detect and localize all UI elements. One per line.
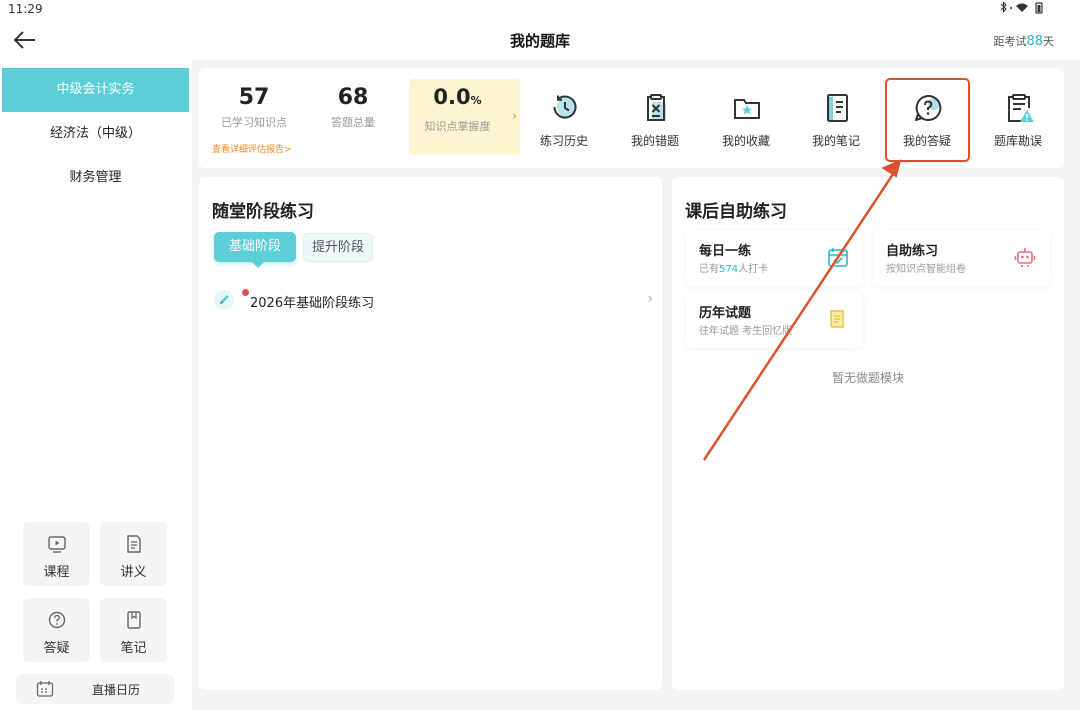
pencil-icon xyxy=(214,290,234,310)
favorites-icon xyxy=(734,99,760,119)
favorites-label: 我的收藏 xyxy=(721,134,770,148)
video-icon xyxy=(48,536,66,553)
notebook-icon xyxy=(127,611,141,629)
self-practice-card[interactable]: 自助练习 按知识点智能组卷 xyxy=(873,230,1050,286)
course-label: 课程 xyxy=(43,565,70,580)
empty-state-text: 暂无做题模块 xyxy=(831,371,904,385)
total-answers-label: 答题总量 xyxy=(331,116,375,129)
sidebar-item-intermediate-accounting[interactable]: 中级会计实务 xyxy=(2,68,189,112)
mastery-label: 知识点掌握度 xyxy=(424,120,491,133)
my-notes-button[interactable]: 我的笔记 xyxy=(796,78,876,160)
exam-countdown: 距考试88天 xyxy=(993,33,1054,49)
learned-points-value: 57 xyxy=(238,85,270,110)
wrong-questions-icon xyxy=(647,94,666,121)
countdown-suffix: 天 xyxy=(1043,35,1054,48)
learned-points-stat: 57 已学习知识点 xyxy=(199,85,309,130)
report-link[interactable]: 查看详细评估报告> xyxy=(212,142,292,155)
daily-practice-title: 每日一练 xyxy=(699,244,752,259)
system-icons xyxy=(998,1,1050,17)
past-exams-sub: 往年试题 考生回忆版 xyxy=(699,326,793,337)
qa-button[interactable]: 答疑 xyxy=(23,598,90,662)
top-bar: 我的题库 距考试88天 xyxy=(0,20,1080,60)
countdown-days: 88 xyxy=(1026,34,1043,49)
qa-label: 答疑 xyxy=(43,641,70,656)
chevron-right-icon: › xyxy=(647,291,653,307)
robot-icon xyxy=(1014,248,1036,267)
errata-icon xyxy=(1008,94,1034,122)
past-exams-card[interactable]: 历年试题 往年试题 考生回忆版 xyxy=(686,292,863,348)
notes-button[interactable]: 笔记 xyxy=(100,598,167,662)
errata-button[interactable]: 题库勘误 xyxy=(978,78,1058,160)
wrong-questions-button[interactable]: 我的错题 xyxy=(615,78,695,160)
stats-card: 57 已学习知识点 68 答题总量 查看详细评估报告> 0.0% 知识点掌握度 … xyxy=(199,68,1064,168)
daily-practice-card[interactable]: 每日一练 已有574人打卡 xyxy=(686,230,863,286)
wrong-questions-label: 我的错题 xyxy=(630,134,679,148)
tab-advanced-stage[interactable]: 提升阶段 xyxy=(303,233,373,262)
mastery-card[interactable]: 0.0% 知识点掌握度 › xyxy=(409,79,520,155)
my-qa-label: 我的答疑 xyxy=(902,134,951,148)
stage-practice-title: 随堂阶段练习 xyxy=(212,202,314,222)
paper-icon xyxy=(830,310,844,328)
self-practice-title: 课后自助练习 xyxy=(685,202,787,222)
notes-icon xyxy=(827,94,848,122)
chevron-right-icon: › xyxy=(512,109,517,123)
document-icon xyxy=(127,535,141,553)
daily-sub-suffix: 人打卡 xyxy=(738,264,769,275)
mastery-value: 0.0% xyxy=(409,85,506,109)
my-notes-label: 我的笔记 xyxy=(811,134,860,148)
exercise-label: 2026年基础阶段练习 xyxy=(250,296,375,311)
handout-button[interactable]: 讲义 xyxy=(100,522,167,586)
course-button[interactable]: 课程 xyxy=(23,522,90,586)
daily-sub-prefix: 已有 xyxy=(699,264,719,275)
favorites-button[interactable]: 我的收藏 xyxy=(706,78,786,160)
question-icon xyxy=(48,611,66,629)
status-bar: 11:29 xyxy=(0,0,1080,20)
mastery-number: 0.0 xyxy=(433,85,471,109)
sidebar-item-economic-law[interactable]: 经济法（中级） xyxy=(2,112,189,156)
qa-icon xyxy=(915,94,942,121)
practice-history-button[interactable]: 练习历史 xyxy=(524,78,604,160)
notes-label: 笔记 xyxy=(120,641,147,656)
total-answers-value: 68 xyxy=(337,85,369,110)
learned-points-label: 已学习知识点 xyxy=(221,116,287,129)
daily-practice-sub: 已有574人打卡 xyxy=(699,260,768,275)
calendar-check-icon xyxy=(828,248,848,267)
handout-label: 讲义 xyxy=(120,565,147,580)
stage-practice-panel: 随堂阶段练习 基础阶段 提升阶段 2026年基础阶段练习 › xyxy=(199,177,662,690)
mastery-unit: % xyxy=(470,94,482,107)
history-icon xyxy=(553,95,577,119)
self-practice-card-sub: 按知识点智能组卷 xyxy=(886,264,966,275)
live-calendar-button[interactable]: 直播日历 xyxy=(16,674,174,704)
errata-label: 题库勘误 xyxy=(993,134,1042,148)
practice-history-label: 练习历史 xyxy=(539,134,588,148)
subject-sidebar: 中级会计实务 经济法（中级） 财务管理 课程 讲义 答疑 笔记 直播日历 xyxy=(0,60,192,710)
sidebar-item-financial-management[interactable]: 财务管理 xyxy=(2,156,189,200)
list-item[interactable]: 2026年基础阶段练习 › xyxy=(213,285,653,315)
self-practice-panel: 课后自助练习 每日一练 已有574人打卡 自助练习 按知识点智能组卷 历年试题 … xyxy=(672,177,1064,690)
page-title: 我的题库 xyxy=(509,32,570,50)
new-dot xyxy=(242,289,249,296)
status-time: 11:29 xyxy=(8,2,43,16)
daily-sub-count: 574 xyxy=(719,264,739,275)
calendar-icon xyxy=(36,681,54,697)
past-exams-title: 历年试题 xyxy=(699,306,752,321)
my-qa-button[interactable]: 我的答疑 xyxy=(887,78,967,160)
live-calendar-label: 直播日历 xyxy=(92,683,141,697)
total-answers-stat: 68 答题总量 xyxy=(298,85,408,130)
self-practice-card-title: 自助练习 xyxy=(886,244,939,259)
tab-basic-stage[interactable]: 基础阶段 xyxy=(214,232,296,268)
countdown-prefix: 距考试 xyxy=(993,35,1027,48)
